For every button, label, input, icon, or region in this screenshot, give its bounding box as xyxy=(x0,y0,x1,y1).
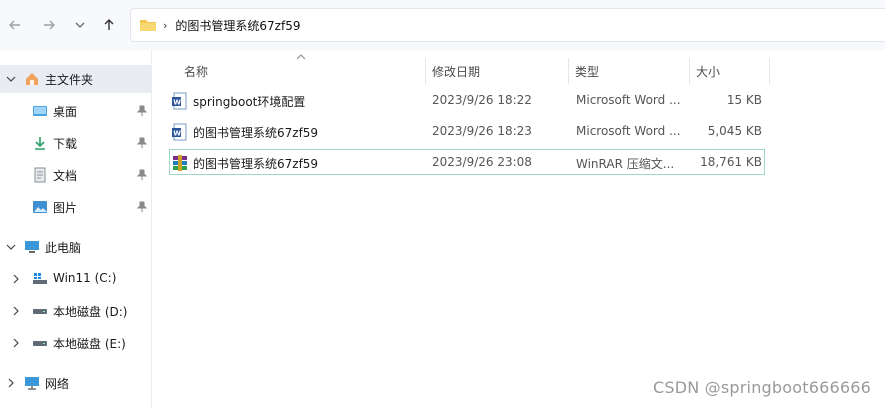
word-document-icon: W xyxy=(172,92,187,110)
breadcrumb-current-folder[interactable]: 的图书管理系统67zf59 xyxy=(175,17,300,34)
file-modified: 2023/9/26 18:23 xyxy=(432,124,532,138)
sidebar-item-this-pc[interactable]: 此电脑 xyxy=(0,233,152,261)
drive-icon xyxy=(33,309,47,314)
column-divider[interactable] xyxy=(425,58,426,84)
download-icon xyxy=(35,137,45,150)
sidebar-item-documents[interactable]: 文档 xyxy=(0,161,152,189)
picture-icon xyxy=(33,201,47,213)
sidebar-item-label: 本地磁盘 (E:) xyxy=(53,337,126,351)
sidebar-item-label: 图片 xyxy=(53,201,78,215)
sidebar-item-label: 主文件夹 xyxy=(45,73,94,87)
file-name: 的图书管理系统67zf59 xyxy=(193,126,319,140)
chevron-down-icon xyxy=(75,22,85,28)
file-size: 15 KB xyxy=(726,93,762,107)
file-type: WinRAR 压缩文... xyxy=(576,157,675,171)
sidebar-item-label: 文档 xyxy=(53,169,78,183)
pin-icon[interactable] xyxy=(136,201,148,213)
file-type: Microsoft Word ... xyxy=(576,124,681,138)
sidebar-item-label: 此电脑 xyxy=(45,241,82,255)
home-icon xyxy=(26,73,38,85)
chevron-right-icon[interactable] xyxy=(11,338,21,348)
sidebar-item-home[interactable]: 主文件夹 xyxy=(0,65,152,93)
sort-ascending-icon xyxy=(296,54,306,60)
file-size: 5,045 KB xyxy=(707,124,762,138)
recent-locations-button[interactable] xyxy=(68,13,92,37)
network-icon xyxy=(25,377,39,390)
column-header-name[interactable]: 名称 xyxy=(184,58,208,84)
file-type: Microsoft Word ... xyxy=(576,93,681,107)
file-row-selected[interactable]: 的图书管理系统67zf59 2023/9/26 23:08 WinRAR 压缩文… xyxy=(169,149,765,175)
pin-icon[interactable] xyxy=(136,105,148,117)
forward-button[interactable] xyxy=(37,13,61,37)
chevron-down-icon[interactable] xyxy=(6,242,16,252)
drive-icon xyxy=(33,341,47,346)
file-row[interactable]: W springboot环境配置 2023/9/26 18:22 Microso… xyxy=(169,88,765,114)
arrow-right-icon xyxy=(44,20,55,30)
folder-icon xyxy=(140,20,156,31)
watermark: CSDN @springboot666666 xyxy=(652,378,871,397)
sidebar-item-desktop[interactable]: 桌面 xyxy=(0,97,152,125)
chevron-right-icon[interactable] xyxy=(11,274,21,284)
sidebar-item-drive-e[interactable]: 本地磁盘 (E:) xyxy=(0,329,152,357)
back-button[interactable] xyxy=(3,13,27,37)
computer-icon xyxy=(25,241,39,253)
sidebar-item-label: 下载 xyxy=(53,137,78,151)
arrow-up-icon xyxy=(104,19,114,30)
word-document-icon: W xyxy=(172,123,187,141)
sidebar-item-label: 网络 xyxy=(45,377,70,391)
sidebar-item-drive-c[interactable]: Win11 (C:) xyxy=(0,265,152,293)
pin-icon[interactable] xyxy=(136,169,148,181)
sidebar-item-pictures[interactable]: 图片 xyxy=(0,193,152,221)
navigation-pane: 主文件夹 桌面 下载 文档 图片 此电脑 Win11 (C:) 本地磁盘 (D:… xyxy=(0,50,152,407)
svg-text:W: W xyxy=(173,98,181,106)
navigation-toolbar: › 的图书管理系统67zf59 xyxy=(0,0,885,50)
column-divider[interactable] xyxy=(689,58,690,84)
sidebar-item-label: Win11 (C:) xyxy=(53,271,117,285)
chevron-right-icon[interactable] xyxy=(6,378,16,388)
file-modified: 2023/9/26 18:22 xyxy=(432,93,532,107)
breadcrumb-separator-icon[interactable]: › xyxy=(163,19,167,32)
sidebar-item-label: 桌面 xyxy=(53,105,78,119)
column-divider[interactable] xyxy=(568,58,569,84)
chevron-down-icon[interactable] xyxy=(6,74,16,84)
sidebar-item-label: 本地磁盘 (D:) xyxy=(53,305,128,319)
desktop-icon xyxy=(33,106,47,116)
address-bar[interactable]: › 的图书管理系统67zf59 xyxy=(130,8,885,42)
file-name: 的图书管理系统67zf59 xyxy=(193,157,319,171)
column-divider[interactable] xyxy=(769,58,770,84)
file-modified: 2023/9/26 23:08 xyxy=(432,155,532,169)
file-row[interactable]: W 的图书管理系统67zf59 2023/9/26 18:23 Microsof… xyxy=(169,119,765,145)
svg-text:W: W xyxy=(173,129,181,137)
file-name: springboot环境配置 xyxy=(193,95,306,109)
up-button[interactable] xyxy=(97,13,121,37)
column-header-type[interactable]: 类型 xyxy=(575,58,599,84)
pin-icon[interactable] xyxy=(136,137,148,149)
winrar-archive-icon xyxy=(173,155,187,171)
document-icon xyxy=(34,167,46,183)
chevron-right-icon[interactable] xyxy=(11,306,21,316)
file-size: 18,761 KB xyxy=(700,155,762,169)
windows-drive-icon xyxy=(33,273,47,284)
sidebar-item-drive-d[interactable]: 本地磁盘 (D:) xyxy=(0,297,152,325)
sidebar-item-network[interactable]: 网络 xyxy=(0,369,152,397)
sidebar-item-downloads[interactable]: 下载 xyxy=(0,129,152,157)
column-header-modified[interactable]: 修改日期 xyxy=(432,58,480,84)
column-header-size[interactable]: 大小 xyxy=(696,58,720,84)
arrow-left-icon xyxy=(9,20,20,30)
file-list: 名称 修改日期 类型 大小 W springboot环境配置 2023/9/26… xyxy=(153,50,885,407)
